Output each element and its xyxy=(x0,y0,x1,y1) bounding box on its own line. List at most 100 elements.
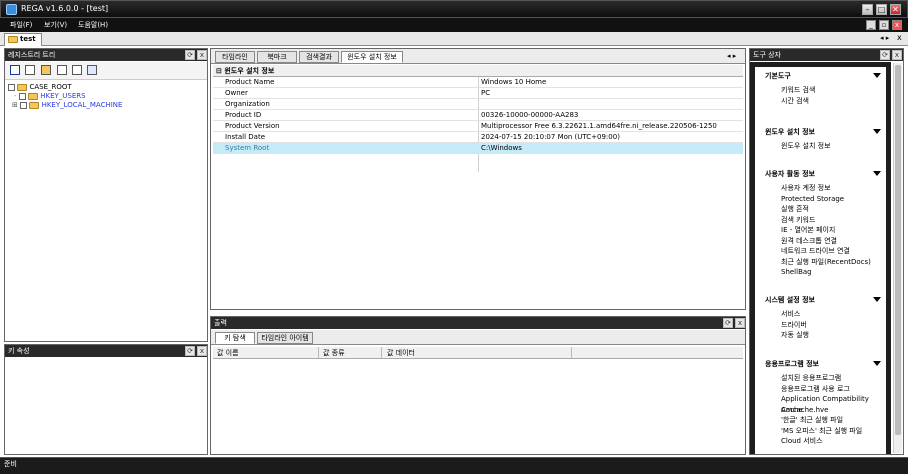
minimize-button[interactable]: – xyxy=(862,4,873,15)
pin-icon[interactable]: ⟳ xyxy=(185,50,195,60)
output-header: 출력 xyxy=(211,317,745,329)
panel-close-icon[interactable]: x xyxy=(892,50,902,60)
section-title[interactable]: 응용프로그램 정보 xyxy=(755,359,886,371)
table-row[interactable]: Install Date 2024-07-15 20:10:07 Mon (UT… xyxy=(213,132,743,143)
tree-checkbox[interactable] xyxy=(8,83,15,91)
table-row[interactable]: Product Name Windows 10 Home xyxy=(213,77,743,88)
column-value-data[interactable]: 값 데이터 xyxy=(387,347,415,359)
tab-key-explore[interactable]: 키 탐색 xyxy=(215,332,255,344)
collapse-arrow-icon[interactable] xyxy=(873,171,881,176)
pin-icon[interactable]: ⟳ xyxy=(723,318,733,328)
mdi-minimize-button[interactable]: _ xyxy=(866,20,876,30)
folder-icon xyxy=(28,92,38,100)
tool-item[interactable]: Amcache.hve xyxy=(781,405,886,416)
table-row[interactable]: System Root C:\Windows xyxy=(213,143,743,154)
tool-item[interactable]: 최근 실행 파일(RecentDocs) xyxy=(781,257,886,268)
menu-help[interactable]: 도움말(H) xyxy=(78,20,108,30)
tool-item[interactable]: 시간 검색 xyxy=(781,96,886,107)
tool-item[interactable]: 검색 키워드 xyxy=(781,215,886,226)
folder-icon xyxy=(29,101,40,109)
section-title[interactable]: 윈도우 설치 정보 xyxy=(755,127,886,139)
scrollbar-thumb[interactable] xyxy=(895,65,901,435)
tool-item[interactable]: 키워드 검색 xyxy=(781,85,886,96)
tool-item[interactable]: Protected Storage xyxy=(781,194,886,205)
calendar-icon[interactable] xyxy=(87,65,97,75)
export-icon[interactable] xyxy=(72,65,82,75)
tab-install-info[interactable]: 윈도우 설치 정보 xyxy=(341,51,403,63)
close-button[interactable]: ✕ xyxy=(890,4,901,15)
collapse-arrow-icon[interactable] xyxy=(873,297,881,302)
tool-item[interactable]: 자동 실행 xyxy=(781,330,886,341)
tool-item[interactable]: 설치된 응용프로그램 xyxy=(781,373,886,384)
tool-item[interactable]: 'MS 오피스' 최근 실행 파일 xyxy=(781,426,886,437)
mdi-close-button[interactable]: x xyxy=(892,20,902,30)
section-title[interactable]: 기본도구 xyxy=(755,71,886,83)
tree-node-hkey-local-machine[interactable]: ⊞ HKEY_LOCAL_MACHINE xyxy=(8,101,206,110)
maximize-button[interactable]: □ xyxy=(876,4,887,15)
key-properties-header: 키 속성 xyxy=(5,345,207,357)
panel-close-icon[interactable]: x xyxy=(197,50,207,60)
tree-checkbox[interactable] xyxy=(18,92,26,100)
column-value-type[interactable]: 값 종류 xyxy=(323,347,345,359)
install-info-group-header[interactable]: ⊟ 윈도우 설치 정보 xyxy=(213,65,743,77)
tool-item[interactable]: Application Compatibility Cache xyxy=(781,394,886,414)
tool-item[interactable]: 원격 데스크톱 연결 xyxy=(781,236,886,247)
tool-item[interactable]: 드라이버 xyxy=(781,320,886,331)
tool-item[interactable]: 사용자 계정 정보 xyxy=(781,183,886,194)
tree-node-label: CASE_ROOT xyxy=(29,83,72,91)
section-title[interactable]: 시스템 설정 정보 xyxy=(755,295,886,307)
folder-icon xyxy=(17,83,28,91)
copy-icon[interactable] xyxy=(57,65,67,75)
doc-close-icon[interactable]: x xyxy=(897,33,902,42)
collapse-arrow-icon[interactable] xyxy=(873,73,881,78)
mdi-restore-button[interactable]: ▫ xyxy=(879,20,889,30)
table-row[interactable]: Product Version Multiprocessor Free 6.3.… xyxy=(213,121,743,132)
tool-item[interactable]: 네트워크 드라이브 연결 xyxy=(781,246,886,257)
pin-icon[interactable]: ⟳ xyxy=(880,50,890,60)
column-value-name[interactable]: 값 이름 xyxy=(217,347,239,359)
tab-timeline[interactable]: 타임라인 xyxy=(215,51,255,63)
panel-close-icon[interactable]: x xyxy=(197,346,207,356)
tree-node-hkey-users[interactable]: - HKEY_USERS xyxy=(8,92,206,101)
toolbox-list: 기본도구 키워드 검색 시간 검색 윈도우 설치 정보 윈도우 설치 정보 사용… xyxy=(755,67,886,454)
tool-item[interactable]: '한글' 최근 실행 파일 xyxy=(781,415,886,426)
table-row[interactable]: Product ID 00326-10000-00000-AA283 xyxy=(213,110,743,121)
check-all-icon[interactable] xyxy=(10,65,20,75)
menu-view[interactable]: 보기(V) xyxy=(44,20,67,30)
row-value: 00326-10000-00000-AA283 xyxy=(481,111,579,119)
output-panel: 출력 ⟳ x 키 탐색 타임라인 아이템 값 이름 값 종류 값 데이터 xyxy=(210,316,746,455)
tool-item[interactable]: Cloud 서비스 xyxy=(781,436,886,447)
tab-search-results[interactable]: 검색결과 xyxy=(299,51,339,63)
tool-item[interactable]: 실행 흔적 xyxy=(781,204,886,215)
uncheck-all-icon[interactable] xyxy=(25,65,35,75)
toolbox-scrollbar[interactable] xyxy=(893,63,902,453)
table-row[interactable]: Owner PC xyxy=(213,88,743,99)
tool-item[interactable]: IE - 열어본 페이지 xyxy=(781,225,886,236)
tab-scroll-arrows-icon[interactable]: ◂ ▸ xyxy=(880,34,889,42)
tree-node-case-root[interactable]: CASE_ROOT xyxy=(8,83,206,92)
tool-item[interactable]: 서비스 xyxy=(781,309,886,320)
menu-file[interactable]: 파일(F) xyxy=(10,20,32,30)
row-value: 2024-07-15 20:10:07 Mon (UTC+09:00) xyxy=(481,133,620,141)
tool-item[interactable]: 응용프로그램 사용 로그 xyxy=(781,384,886,395)
tab-bookmark[interactable]: 북마크 xyxy=(257,51,297,63)
panel-close-icon[interactable]: x xyxy=(735,318,745,328)
status-text: 준비 xyxy=(4,460,17,468)
pin-icon[interactable]: ⟳ xyxy=(185,346,195,356)
row-key: Install Date xyxy=(225,133,266,141)
tab-timeline-item[interactable]: 타임라인 아이템 xyxy=(257,332,313,344)
tool-item[interactable]: ShellBag xyxy=(781,267,886,278)
tab-scroll-arrows-icon[interactable]: ◂ ▸ xyxy=(727,52,736,60)
tool-item[interactable]: 윈도우 설치 정보 xyxy=(781,141,886,152)
open-folder-icon[interactable] xyxy=(41,65,51,75)
collapse-icon[interactable]: ⊟ xyxy=(216,67,222,75)
row-key: Organization xyxy=(225,100,270,108)
collapse-arrow-icon[interactable] xyxy=(873,361,881,366)
status-bar: 준비 xyxy=(0,457,908,474)
tree-checkbox[interactable] xyxy=(20,101,28,109)
collapse-arrow-icon[interactable] xyxy=(873,129,881,134)
table-row[interactable]: Organization xyxy=(213,99,743,110)
doc-tab-test[interactable]: test xyxy=(4,33,42,46)
section-title[interactable]: 사용자 활동 정보 xyxy=(755,169,886,181)
toolbox-title: 도구 상자 xyxy=(753,51,781,59)
